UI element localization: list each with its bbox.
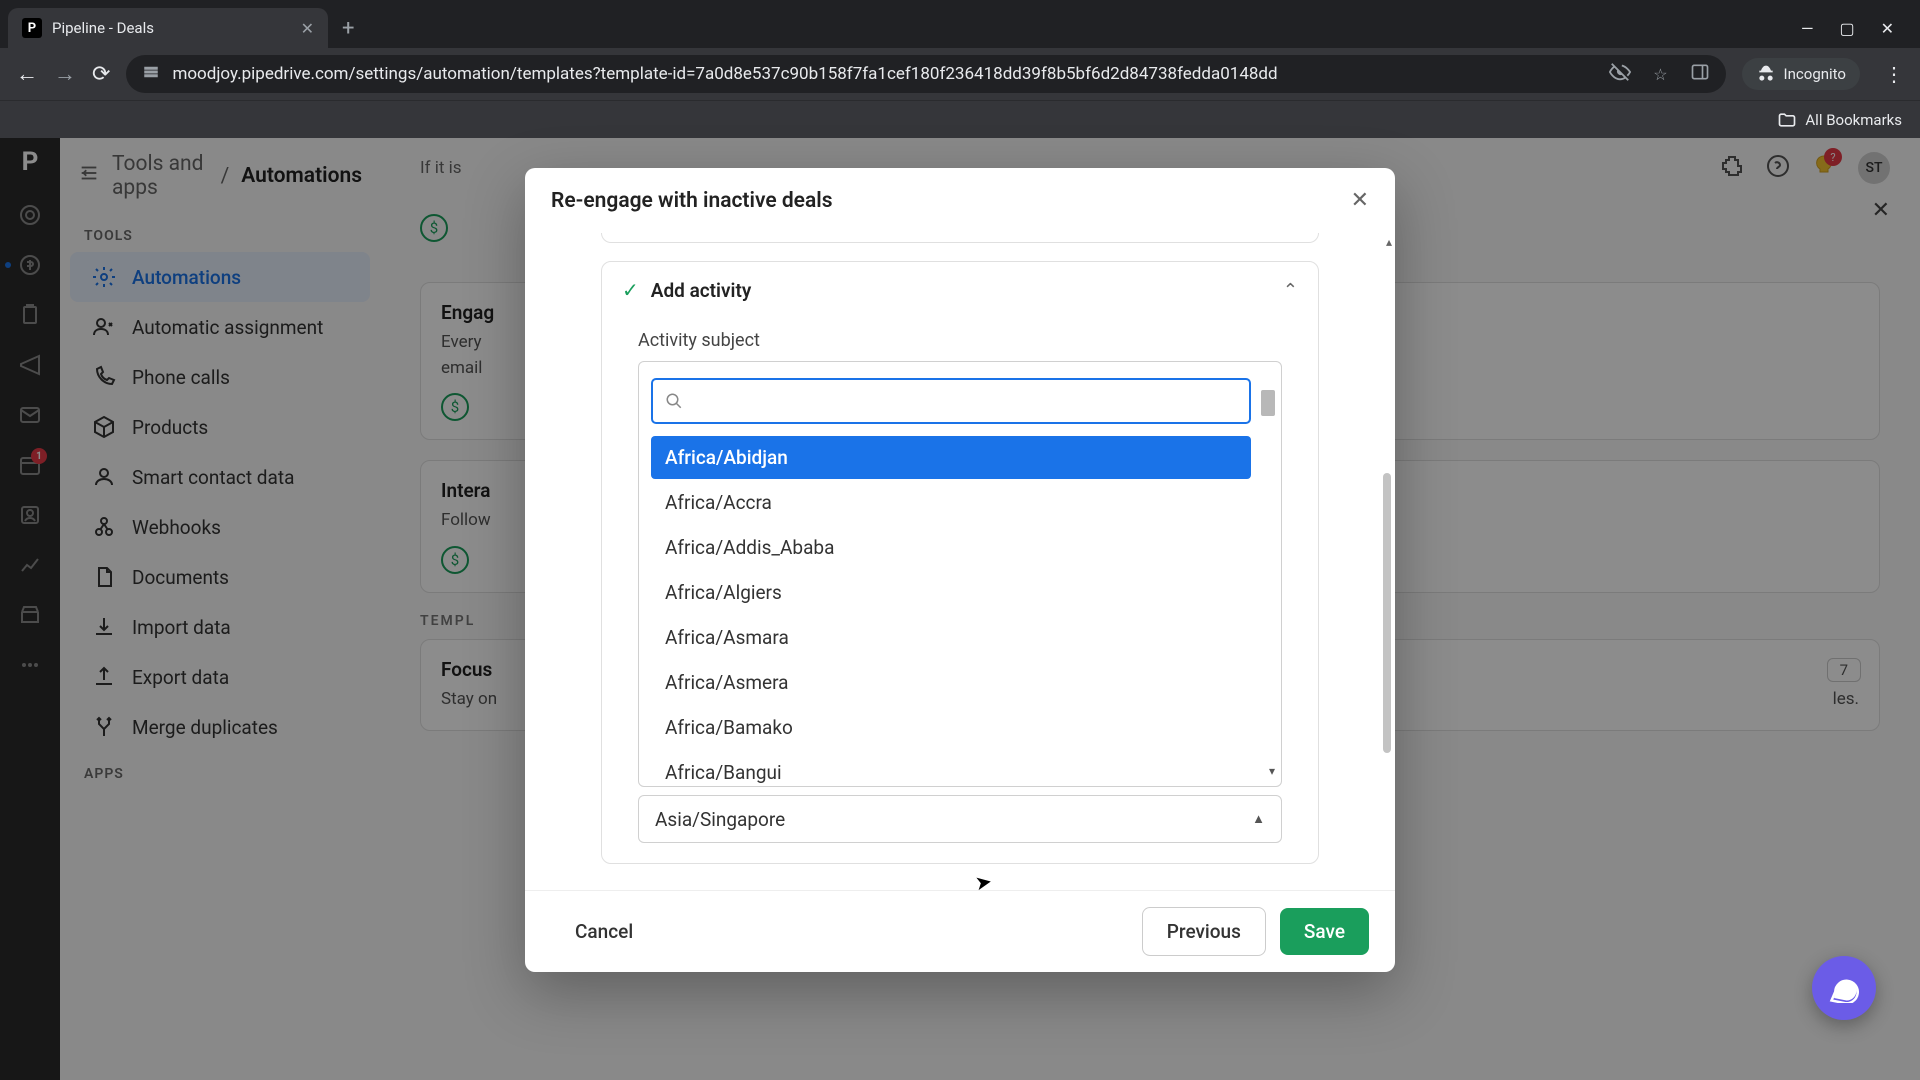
eye-off-icon[interactable] [1609, 61, 1631, 87]
forward-icon: → [54, 61, 76, 87]
check-icon: ✓ [622, 278, 639, 302]
url-text: moodjoy.pipedrive.com/settings/automatio… [172, 64, 1597, 84]
scroll-down-icon[interactable]: ▾ [1269, 764, 1275, 778]
modal-backdrop: Re-engage with inactive deals ✕ ▴ ✓ Add … [0, 168, 1920, 1080]
modal-header: Re-engage with inactive deals ✕ [525, 168, 1395, 233]
options-scrollbar[interactable]: ▾ [1261, 376, 1275, 776]
maximize-icon[interactable]: ▢ [1839, 19, 1854, 38]
option-africa-bangui[interactable]: Africa/Bangui [651, 751, 1251, 786]
selected-value: Asia/Singapore [655, 808, 785, 831]
tab-title: Pipeline - Deals [52, 19, 291, 37]
search-icon [665, 392, 683, 410]
modal-scrollbar[interactable] [1383, 473, 1391, 753]
minimize-icon[interactable]: — [1801, 19, 1814, 38]
site-settings-icon[interactable] [142, 63, 160, 85]
option-africa-algiers[interactable]: Africa/Algiers [651, 571, 1251, 614]
incognito-badge[interactable]: Incognito [1742, 58, 1860, 90]
modal-body: ▴ ✓ Add activity ⌃ Activity subject [525, 233, 1395, 890]
nav-bar: ← → ⟳ moodjoy.pipedrive.com/settings/aut… [0, 48, 1920, 100]
modal-footer: Cancel Previous Save [525, 890, 1395, 972]
tab-bar: P Pipeline - Deals ✕ + — ▢ ✕ [0, 0, 1920, 48]
side-panel-icon[interactable] [1690, 62, 1710, 86]
modal-title: Re-engage with inactive deals [551, 189, 833, 213]
window-controls: — ▢ ✕ [1801, 19, 1912, 38]
star-icon[interactable]: ☆ [1653, 65, 1667, 84]
caret-up-icon: ▲ [1252, 811, 1265, 827]
modal-close-icon[interactable]: ✕ [1351, 188, 1369, 213]
step-header[interactable]: ✓ Add activity ⌃ [602, 262, 1318, 318]
cancel-button[interactable]: Cancel [551, 908, 657, 955]
browser-tab[interactable]: P Pipeline - Deals ✕ [8, 8, 328, 48]
step-card-add-activity: ✓ Add activity ⌃ Activity subject Africa… [601, 261, 1319, 864]
step-title: Add activity [651, 279, 1271, 302]
save-button[interactable]: Save [1280, 908, 1369, 955]
dropdown-search[interactable] [651, 378, 1251, 424]
incognito-label: Incognito [1784, 65, 1846, 83]
help-fab[interactable] [1812, 956, 1876, 1020]
modal: Re-engage with inactive deals ✕ ▴ ✓ Add … [525, 168, 1395, 972]
browser-chrome: P Pipeline - Deals ✕ + — ▢ ✕ ← → ⟳ moodj… [0, 0, 1920, 128]
option-africa-asmara[interactable]: Africa/Asmara [651, 616, 1251, 659]
chevron-up-icon[interactable]: ⌃ [1283, 280, 1298, 301]
bookmarks-bar: All Bookmarks [0, 100, 1920, 138]
option-africa-accra[interactable]: Africa/Accra [651, 481, 1251, 524]
option-africa-bamako[interactable]: Africa/Bamako [651, 706, 1251, 749]
new-tab-button[interactable]: + [342, 16, 354, 41]
previous-button[interactable]: Previous [1142, 907, 1266, 956]
option-africa-asmera[interactable]: Africa/Asmera [651, 661, 1251, 704]
browser-menu-icon[interactable]: ⋮ [1884, 62, 1904, 86]
tab-favicon: P [22, 18, 42, 38]
close-window-icon[interactable]: ✕ [1881, 19, 1894, 38]
timezone-select[interactable]: Asia/Singapore ▲ [638, 795, 1282, 843]
back-icon[interactable]: ← [16, 61, 38, 87]
option-africa-abidjan[interactable]: Africa/Abidjan [651, 436, 1251, 479]
scroll-up-icon[interactable]: ▴ [1386, 235, 1392, 249]
field-label-activity-subject: Activity subject [638, 330, 1282, 351]
dropdown-search-input[interactable] [693, 391, 1237, 411]
reload-icon[interactable]: ⟳ [92, 62, 110, 87]
options-list: Africa/Abidjan Africa/Accra Africa/Addis… [643, 436, 1259, 786]
dropdown-panel: Africa/Abidjan Africa/Accra Africa/Addis… [638, 361, 1282, 787]
all-bookmarks-button[interactable]: All Bookmarks [1777, 110, 1902, 130]
option-africa-addis-ababa[interactable]: Africa/Addis_Ababa [651, 526, 1251, 569]
url-bar[interactable]: moodjoy.pipedrive.com/settings/automatio… [126, 55, 1725, 93]
tab-close-icon[interactable]: ✕ [301, 19, 314, 38]
